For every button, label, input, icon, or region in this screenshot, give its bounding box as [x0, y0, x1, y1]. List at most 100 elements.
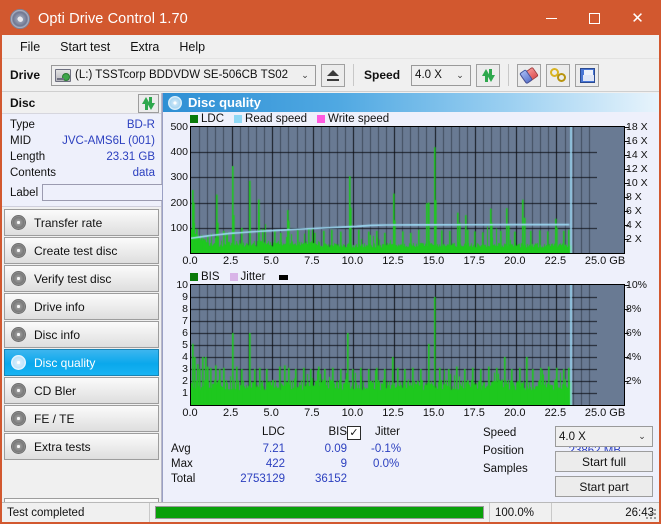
axis-tick: 17.5: [463, 255, 484, 267]
test-speed-select[interactable]: 4.0 X ⌄: [555, 426, 653, 447]
axis-tick: 15.0: [423, 407, 444, 419]
sidebar-item-drive-info[interactable]: Drive info: [4, 293, 159, 320]
axis-tick: 5.0: [264, 255, 279, 267]
stats-position-label: Position: [483, 445, 541, 457]
stats-header-jitter: Jitter: [369, 426, 465, 440]
sidebar-item-transfer-rate[interactable]: Transfer rate: [4, 209, 159, 236]
progress-fill: [156, 507, 483, 518]
bis-plot-row: 12345678910 2%4%6%8%10%: [163, 284, 659, 406]
sidebar-item-extra-tests[interactable]: Extra tests: [4, 433, 159, 460]
menu-item-help[interactable]: Help: [169, 37, 215, 57]
eject-button[interactable]: [321, 64, 345, 87]
eject-icon: [327, 70, 339, 76]
axis-tick: 12 X: [626, 163, 648, 175]
axis-tick: 2.5: [223, 407, 238, 419]
test-speed-value: 4.0 X: [559, 431, 586, 443]
disc-refresh-button[interactable]: [138, 94, 159, 113]
axis-tick: 12.5: [382, 255, 403, 267]
axis-tick: 8: [182, 303, 188, 315]
stats-button-block: 4.0 X ⌄ Start full Start part: [555, 426, 653, 497]
axis-tick: 22.5: [545, 255, 566, 267]
stats-total-ldc: 2753129: [213, 473, 285, 485]
disc-row-key: Type: [10, 119, 35, 131]
legend-swatch-jitter: [230, 273, 238, 281]
menu-item-file[interactable]: File: [10, 37, 50, 57]
eject-bar: [327, 79, 339, 81]
start-full-button[interactable]: Start full: [555, 451, 653, 472]
axis-tick: 6 X: [626, 205, 642, 217]
chain-button[interactable]: [546, 64, 570, 87]
axis-tick: 2 X: [626, 233, 642, 245]
sidebar-item-cd-bler[interactable]: CD Bler: [4, 377, 159, 404]
start-part-button[interactable]: Start part: [555, 476, 653, 497]
close-button[interactable]: ✕: [616, 2, 659, 35]
axis-tick: 4: [182, 351, 188, 363]
legend-label-ldc: LDC: [201, 113, 224, 125]
refresh-button[interactable]: [476, 64, 500, 87]
erase-button[interactable]: [517, 64, 541, 87]
sidebar-item-verify-test-disc[interactable]: Verify test disc: [4, 265, 159, 292]
maximize-button[interactable]: [573, 2, 616, 35]
menu-item-extra[interactable]: Extra: [120, 37, 169, 57]
axis-tick: 300: [170, 171, 188, 183]
disc-icon: [11, 327, 26, 342]
bis-plot-area: [190, 284, 625, 406]
sidebar-item-disc-quality[interactable]: Disc quality: [4, 349, 159, 376]
ldc-y-axis: 100200300400500: [163, 126, 190, 254]
titlebar: Opti Drive Control 1.70 ✕: [2, 2, 659, 35]
legend-swatch-write-speed: [317, 115, 325, 123]
window-controls: ✕: [530, 2, 659, 35]
progress-percent: 100.0%: [489, 503, 551, 523]
axis-tick: 7.5: [304, 255, 319, 267]
stats-row-label-max: Max: [171, 458, 213, 470]
sidebar-item-fe-te[interactable]: FE / TE: [4, 405, 159, 432]
axis-tick: 15.0: [423, 255, 444, 267]
disc-icon: [11, 271, 26, 286]
axis-tick: 10.0: [342, 407, 363, 419]
axis-tick: 7: [182, 315, 188, 327]
disc-icon: [11, 383, 26, 398]
axis-tick: 8 X: [626, 191, 642, 203]
bis-canvas: [191, 285, 597, 405]
speed-select[interactable]: 4.0 X ⌄: [411, 65, 471, 86]
bis-legend: BIS Jitter: [163, 270, 659, 284]
stats-header-ldc: LDC: [213, 426, 285, 440]
legend-swatch-bis: [190, 273, 198, 281]
jitter-checkbox[interactable]: ✓: [347, 426, 361, 440]
legend-entry-bis: BIS: [190, 271, 220, 283]
sidebar-item-disc-info[interactable]: Disc info: [4, 321, 159, 348]
menu-item-start-test[interactable]: Start test: [50, 37, 120, 57]
stats-total-jitter: [369, 473, 465, 485]
disc-row-key: Length: [10, 151, 45, 163]
disc-icon: [168, 96, 182, 110]
axis-tick: 500: [170, 121, 188, 133]
minimize-button[interactable]: [530, 2, 573, 35]
ldc-canvas: [191, 127, 597, 253]
left-panel-spacer: [2, 460, 161, 496]
sidebar-item-create-test-disc[interactable]: Create test disc: [4, 237, 159, 264]
chevron-down-icon: ⌄: [297, 70, 313, 81]
chevron-down-icon: ⌄: [452, 70, 468, 81]
stats-row-label-avg: Avg: [171, 443, 213, 455]
axis-tick: 25.0 GB: [585, 407, 625, 419]
ldc-x-axis: 0.02.55.07.510.012.515.017.520.022.525.0…: [163, 254, 659, 270]
drive-select[interactable]: (L:) TSSTcorp BDDVDW SE-506CB TS02 ⌄: [51, 65, 316, 86]
ldc-chart: LDC Read speed Write speed 1002003004005…: [163, 112, 659, 270]
main-body: Disc Type BD-R MID JVC-AMS6L (001) Lengt…: [2, 93, 659, 522]
axis-tick: 10 X: [626, 177, 648, 189]
legend-entry-read-speed: Read speed: [234, 113, 307, 125]
menubar: File Start test Extra Help: [2, 35, 659, 59]
disc-row-length: Length 23.31 GB: [10, 149, 155, 165]
save-button[interactable]: [575, 64, 599, 87]
axis-tick: 12.5: [382, 407, 403, 419]
axis-tick: 14 X: [626, 149, 648, 161]
legend-entry-ldc: LDC: [190, 113, 224, 125]
sidebar-item-label: CD Bler: [34, 384, 76, 398]
resize-grip[interactable]: [646, 509, 656, 519]
app-window: Opti Drive Control 1.70 ✕ File Start tes…: [0, 0, 661, 524]
window-title: Opti Drive Control 1.70: [38, 11, 188, 27]
legend-label-jitter: Jitter: [241, 271, 266, 283]
statusbar: Test completed 100.0% 26:43: [2, 502, 659, 522]
disc-icon: [11, 243, 26, 258]
axis-tick: 9: [182, 291, 188, 303]
